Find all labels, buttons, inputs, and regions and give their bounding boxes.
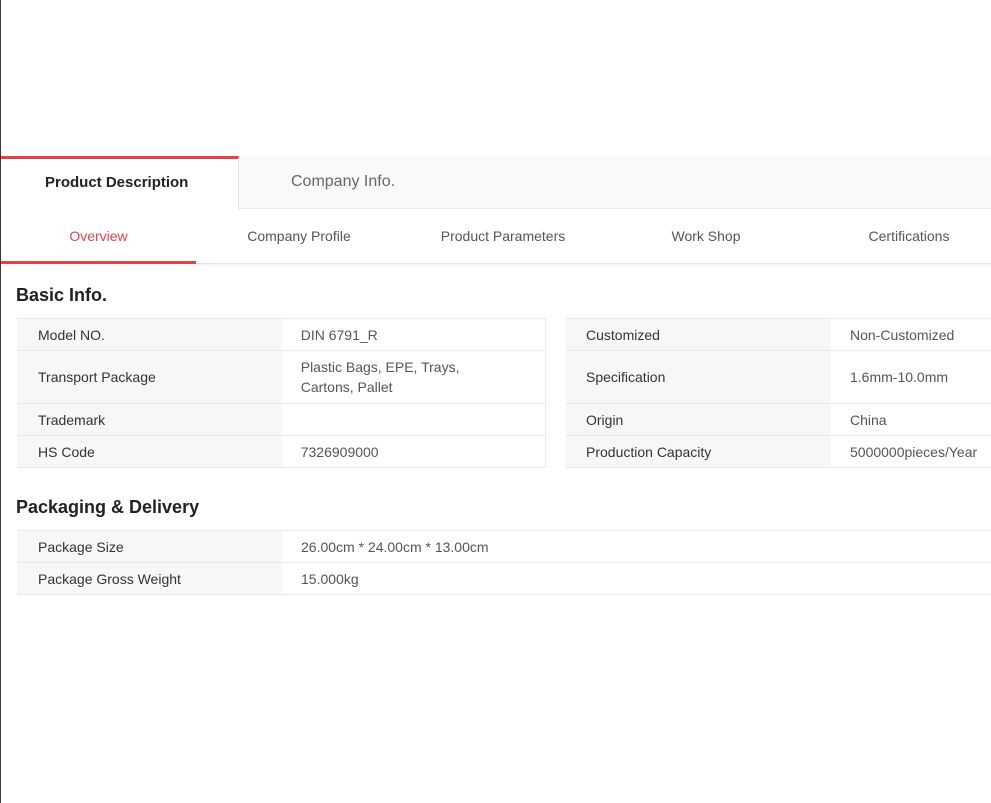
spec-label: Customized [566,318,831,351]
spec-label: Transport Package [17,350,282,404]
spec-value: 1.6mm-10.0mm [831,350,991,404]
page: Product Description Company Info. Overvi… [0,0,991,803]
table-row: Trademark [17,403,546,436]
spec-value [281,403,546,436]
spec-value: DIN 6791_R [281,318,546,351]
basic-info-title: Basic Info. [16,285,108,305]
secondary-tab-bar: Overview Company Profile Product Paramet… [1,210,991,264]
subtab-overview[interactable]: Overview [1,210,196,264]
subtab-certifications[interactable]: Certifications [809,210,991,263]
spec-label: Specification [566,350,831,404]
spec-value: 7326909000 [281,435,546,468]
basic-info-left-table: Model NO. DIN 6791_R Transport Package P… [17,318,546,468]
table-row: Package Gross Weight 15.000kg [17,562,991,595]
spec-value: Non-Customized [831,318,991,351]
table-row: Model NO. DIN 6791_R [17,318,546,351]
table-row: Origin China [566,403,991,436]
spec-value: Plastic Bags, EPE, Trays, Cartons, Palle… [281,350,546,404]
table-row: Customized Non-Customized [566,318,991,351]
table-row: Specification 1.6mm-10.0mm [566,350,991,404]
packaging-title: Packaging & Delivery [16,497,200,517]
subtab-product-parameters[interactable]: Product Parameters [403,210,603,263]
spec-label: HS Code [17,435,282,468]
table-row: Production Capacity 5000000pieces/Year [566,435,991,468]
subtab-work-shop[interactable]: Work Shop [606,210,806,263]
table-row: HS Code 7326909000 [17,435,546,468]
table-row: Transport Package Plastic Bags, EPE, Tra… [17,350,546,404]
spec-label: Production Capacity [566,435,831,468]
subtab-company-profile[interactable]: Company Profile [199,210,399,263]
spec-label: Origin [566,403,831,436]
basic-info-right-table: Customized Non-Customized Specification … [566,318,991,468]
spec-label: Package Gross Weight [17,562,282,595]
primary-tab-bar: Product Description Company Info. [1,156,991,210]
packaging-table: Package Size 26.00cm * 24.00cm * 13.00cm… [17,530,991,595]
spec-label: Model NO. [17,318,282,351]
spec-label: Trademark [17,403,282,436]
spec-value: China [831,403,991,436]
spec-value: 5000000pieces/Year [831,435,991,468]
spec-value: 15.000kg [282,562,991,595]
table-row: Package Size 26.00cm * 24.00cm * 13.00cm [17,530,991,563]
spec-label: Package Size [17,530,282,563]
tab-product-description[interactable]: Product Description [1,156,239,210]
tab-company-info[interactable]: Company Info. [291,156,491,209]
spec-value: 26.00cm * 24.00cm * 13.00cm [282,530,991,563]
